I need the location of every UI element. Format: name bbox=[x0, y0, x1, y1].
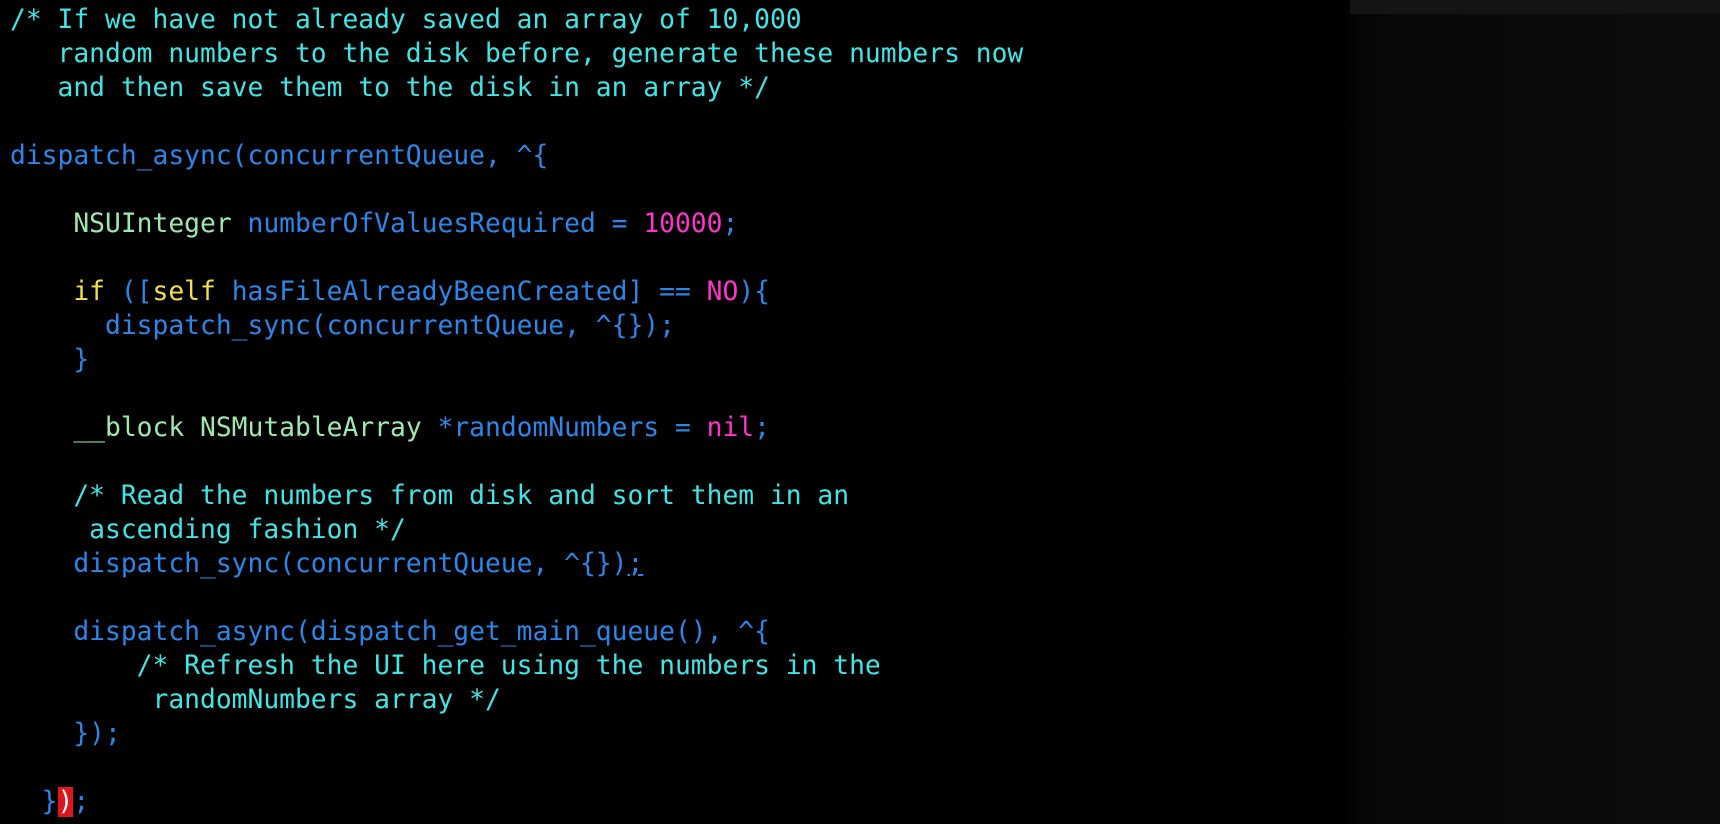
code-token-plain: ; bbox=[722, 209, 739, 239]
code-line[interactable]: }); bbox=[10, 785, 1023, 819]
code-token-plain: *randomNumbers = bbox=[421, 413, 707, 443]
code-line[interactable]: dispatch_sync(concurrentQueue, ^{}); bbox=[10, 309, 1023, 343]
code-token-plain: }); bbox=[10, 719, 121, 749]
code-token-plain: numberOfValuesRequired = bbox=[231, 209, 644, 239]
code-line[interactable]: __block NSMutableArray *randomNumbers = … bbox=[10, 411, 1023, 445]
code-line[interactable] bbox=[10, 173, 1023, 207]
text-cursor: ) bbox=[57, 787, 74, 817]
code-line[interactable]: } bbox=[10, 343, 1023, 377]
code-line[interactable]: and then save them to the disk in an arr… bbox=[10, 71, 1023, 105]
code-token-plain: dispatch_async(dispatch_get_main_queue()… bbox=[10, 617, 770, 647]
code-token-comment: and then save them to the disk in an arr… bbox=[10, 73, 770, 103]
code-token-type: NSUInteger bbox=[73, 209, 232, 239]
code-line[interactable]: }); bbox=[10, 717, 1023, 751]
code-line[interactable]: randomNumbers array */ bbox=[10, 683, 1023, 717]
code-line[interactable]: random numbers to the disk before, gener… bbox=[10, 37, 1023, 71]
code-line[interactable] bbox=[10, 581, 1023, 615]
code-token-under: ; bbox=[627, 549, 644, 579]
code-token-const: nil bbox=[706, 413, 755, 443]
code-token-plain: } bbox=[10, 787, 58, 817]
code-editor[interactable]: /* If we have not already saved an array… bbox=[10, 3, 1023, 819]
code-token-comment: ascending fashion */ bbox=[10, 515, 406, 545]
code-line[interactable]: /* If we have not already saved an array… bbox=[10, 3, 1023, 37]
code-line[interactable] bbox=[10, 377, 1023, 411]
code-token-plain: ; bbox=[73, 787, 90, 817]
code-token-comment: /* If we have not already saved an array… bbox=[10, 5, 802, 35]
code-token-plain: hasFileAlreadyBeenCreated] == bbox=[215, 277, 707, 307]
code-line[interactable]: if ([self hasFileAlreadyBeenCreated] == … bbox=[10, 275, 1023, 309]
code-line[interactable]: dispatch_async(concurrentQueue, ^{ bbox=[10, 139, 1023, 173]
code-token-type: __block NSMutableArray bbox=[73, 413, 422, 443]
code-line[interactable]: NSUInteger numberOfValuesRequired = 1000… bbox=[10, 207, 1023, 241]
code-token-comment: /* Refresh the UI here using the numbers… bbox=[10, 651, 881, 681]
code-token-plain: ; bbox=[754, 413, 770, 443]
code-token-comment: random numbers to the disk before, gener… bbox=[10, 39, 1024, 69]
code-line[interactable]: dispatch_sync(concurrentQueue, ^{}); bbox=[10, 547, 1023, 581]
code-token-plain: dispatch_sync(concurrentQueue, ^{}); bbox=[10, 311, 675, 341]
code-line[interactable] bbox=[10, 105, 1023, 139]
code-token-comment: randomNumbers array */ bbox=[10, 685, 501, 715]
code-line[interactable]: dispatch_async(dispatch_get_main_queue()… bbox=[10, 615, 1023, 649]
code-line[interactable]: /* Read the numbers from disk and sort t… bbox=[10, 479, 1023, 513]
code-token-plain: dispatch_async(concurrentQueue, ^{ bbox=[10, 141, 549, 171]
code-token-const: NO bbox=[706, 277, 739, 307]
background-window-shadow bbox=[1340, 0, 1720, 824]
code-line[interactable]: ascending fashion */ bbox=[10, 513, 1023, 547]
code-token-keyword: self bbox=[152, 277, 216, 307]
code-line[interactable] bbox=[10, 751, 1023, 785]
code-line[interactable]: /* Refresh the UI here using the numbers… bbox=[10, 649, 1023, 683]
terminal-window: /* If we have not already saved an array… bbox=[0, 0, 1720, 824]
code-token-keyword: if bbox=[73, 277, 106, 307]
code-token-plain: } bbox=[10, 345, 90, 375]
code-token-plain: ){ bbox=[738, 277, 770, 307]
code-line[interactable] bbox=[10, 241, 1023, 275]
code-token-plain: dispatch_sync(concurrentQueue, ^{}) bbox=[10, 549, 628, 579]
code-token-number: 10000 bbox=[643, 209, 723, 239]
code-line[interactable] bbox=[10, 445, 1023, 479]
code-token-plain: ([ bbox=[105, 277, 153, 307]
code-token-comment: /* Read the numbers from disk and sort t… bbox=[10, 481, 850, 511]
background-window-bar bbox=[1350, 0, 1720, 14]
